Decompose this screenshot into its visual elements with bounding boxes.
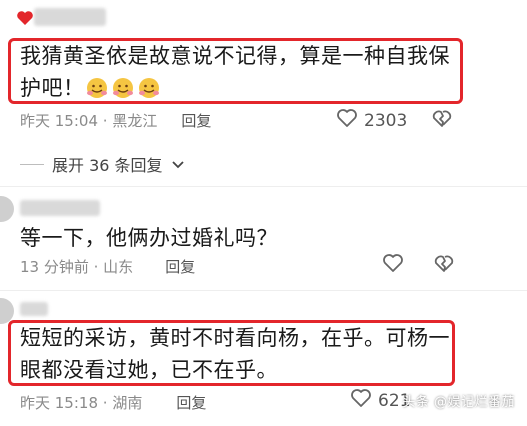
username-blurred [34, 8, 106, 26]
comment-time: 13 分钟前 [20, 258, 89, 276]
broken-heart-icon [430, 110, 454, 132]
hug-emoji-icon [85, 76, 109, 100]
expand-replies-label: 展开 36 条回复 [52, 156, 163, 175]
like-count: 2303 [364, 110, 408, 131]
username-blurred [20, 200, 100, 216]
comment-location: 山东 [103, 258, 134, 276]
chevron-down-icon [171, 155, 185, 174]
heart-outline-icon [382, 254, 404, 277]
reply-button[interactable]: 回复 [176, 392, 206, 413]
comment-meta: 昨天 15:04 · 黑龙江 回复 [20, 110, 212, 131]
reply-button[interactable]: 回复 [165, 256, 195, 277]
comment-location: 湖南 [112, 394, 143, 412]
dislike-button[interactable] [430, 108, 454, 132]
hug-emoji-icon [137, 76, 161, 100]
comment-time: 昨天 15:18 [20, 394, 98, 412]
heart-outline-icon [350, 388, 372, 413]
comment-text: 短短的采访，黄时不时看向杨，在乎。可杨一眼都没看过她，已不在乎。 [20, 326, 450, 382]
comment-text: 等一下，他俩办过婚礼吗？ [20, 226, 278, 250]
username-blurred [20, 302, 48, 316]
broken-heart-icon [432, 255, 456, 277]
comment-meta: 昨天 15:18 · 湖南 回复 [20, 392, 207, 413]
reply-button[interactable]: 回复 [181, 110, 211, 131]
heart-badge-icon [16, 10, 34, 30]
heart-outline-icon [336, 108, 358, 133]
expand-divider [20, 163, 44, 165]
comment-time: 昨天 15:04 [20, 112, 98, 130]
expand-replies-button[interactable]: 展开 36 条回复 [20, 152, 185, 176]
divider [0, 186, 527, 187]
hug-emoji-icon [111, 76, 135, 100]
comment-meta: 13 分钟前 · 山东 回复 [20, 256, 196, 277]
avatar[interactable] [0, 196, 14, 222]
divider [0, 290, 527, 291]
watermark: 头条 @娱记烂番茄 [402, 395, 515, 410]
like-button[interactable]: 2303 [336, 108, 407, 133]
comment-location: 黑龙江 [112, 112, 158, 130]
dislike-button[interactable] [432, 253, 456, 277]
comment-text: 我猜黄圣依是故意说不记得，算是一种自我保护吧！ [20, 44, 450, 100]
like-button[interactable] [382, 253, 404, 277]
